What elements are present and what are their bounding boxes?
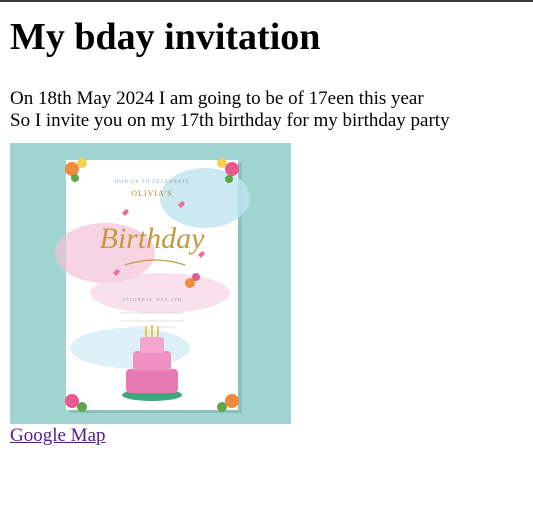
card-script-title: Birthday: [100, 222, 206, 255]
invitation-text: On 18th May 2024 I am going to be of 17e…: [10, 88, 523, 132]
card-date-line: SATURDAY MAY 4TH: [122, 297, 182, 302]
card-heading-small: JOIN US TO CELEBRATE: [114, 180, 190, 185]
page-title: My bday invitation: [10, 16, 321, 58]
page-content: My bday invitation On 18th May 2024 I am…: [0, 15, 533, 447]
invitation-line-2: So I invite you on my 17th birthday for …: [10, 110, 450, 131]
card-name: OLIVIA'S: [131, 189, 172, 198]
google-map-link[interactable]: Google Map: [10, 425, 106, 447]
invitation-line-1: On 18th May 2024 I am going to be of 17e…: [10, 88, 424, 109]
invitation-card-image: JOIN US TO CELEBRATE OLIVIA'S Birthday S…: [10, 143, 291, 424]
